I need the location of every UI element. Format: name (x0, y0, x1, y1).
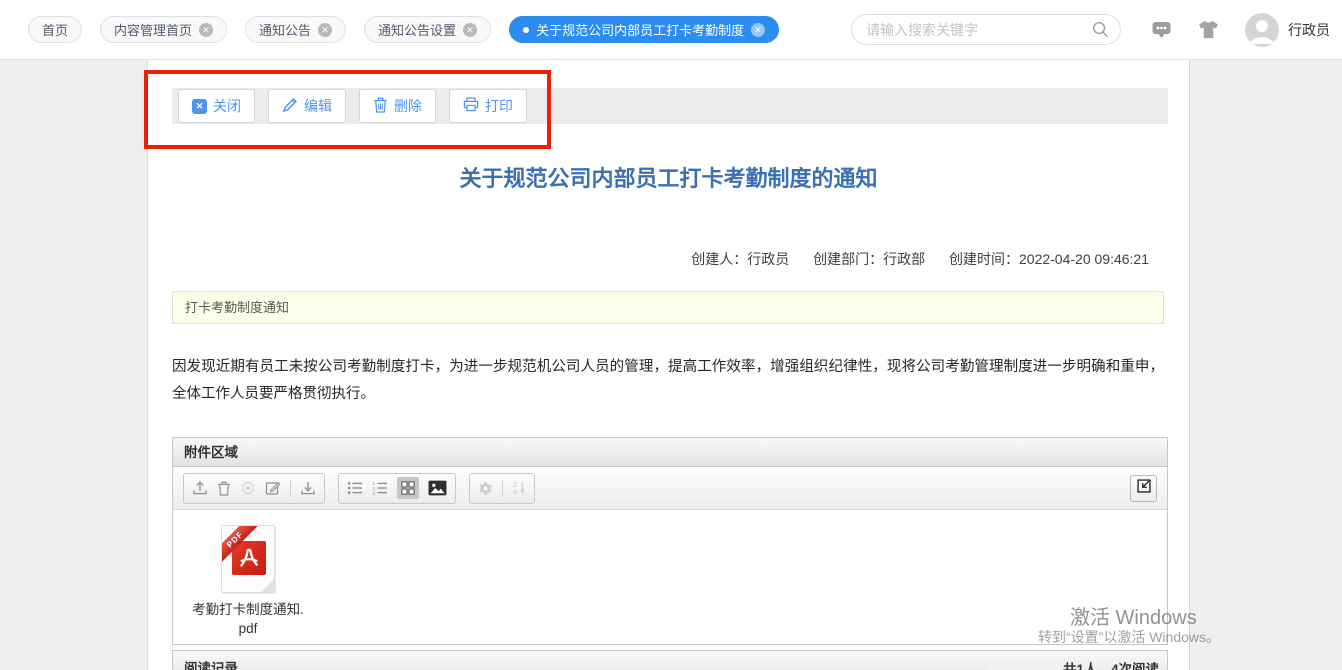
notice-meta: 创建人：行政员 创建部门：行政部 创建时间：2022-04-20 09:46:2… (691, 249, 1149, 269)
global-search (851, 14, 1121, 45)
message-icon[interactable] (1151, 21, 1172, 39)
tab-close-icon[interactable]: ✕ (463, 22, 478, 37)
file-action-group (183, 472, 325, 504)
file-item-pdf[interactable]: PDF 考勤打卡制度通知.pdf (189, 525, 307, 638)
tab-label: 首页 (42, 23, 69, 38)
dept-label: 创建部门： (813, 251, 884, 267)
tab-notice-detail-active[interactable]: 关于规范公司内部员工打卡考勤制度 ✕ (509, 16, 780, 43)
numbered-list-view-icon[interactable]: 123 (372, 481, 388, 495)
action-toolbar: ✕ 关闭 编辑 删除 打印 (172, 88, 1168, 124)
tab-notice-settings[interactable]: 通知公告设置 ✕ (364, 16, 492, 43)
theme-shirt-icon[interactable] (1198, 20, 1219, 39)
grid-view-icon[interactable] (397, 477, 419, 499)
tab-close-icon[interactable]: ✕ (751, 22, 766, 37)
reading-stats: 共1人，4次阅读 (1062, 662, 1159, 670)
svg-text:3: 3 (373, 491, 376, 495)
print-button-label: 打印 (485, 98, 513, 114)
sort-icon: ZA (512, 481, 526, 495)
notice-body: 因发现近期有员工未按公司考勤制度打卡，为进一步规范机公司人员的管理，提高工作效率… (172, 359, 1164, 402)
user-name[interactable]: 行政员 (1288, 20, 1330, 40)
screen: 首页 内容管理首页 ✕ 通知公告 ✕ 通知公告设置 ✕ 关于规范公司内部员工打卡… (0, 0, 1342, 670)
close-button[interactable]: ✕ 关闭 (178, 89, 255, 123)
close-button-label: 关闭 (213, 98, 241, 114)
notice-detail-panel: ✕ 关闭 编辑 删除 打印 关于规范公司内部员工打卡考勤制度的通知 创建人：行政… (147, 60, 1190, 670)
image-view-icon[interactable] (428, 480, 447, 496)
tab-close-icon[interactable]: ✕ (318, 22, 333, 37)
download-icon[interactable] (300, 480, 316, 496)
attachment-file-list: PDF 考勤打卡制度通知.pdf (173, 510, 1167, 644)
pencil-icon (282, 97, 298, 116)
edit-button-label: 编辑 (304, 98, 332, 114)
tab-label: 内容管理首页 (114, 23, 193, 38)
tab-label: 通知公告设置 (378, 23, 457, 38)
delete-button-label: 删除 (394, 98, 422, 114)
active-dot-icon (523, 26, 530, 33)
settings-gear-icon (478, 481, 493, 496)
reading-record-title: 阅读记录 (184, 661, 238, 670)
attachment-section-title: 附件区域 (173, 438, 1167, 467)
collapse-panel-button[interactable] (1130, 475, 1157, 502)
attachment-toolbar: 123 ZA (173, 467, 1167, 510)
tab-label: 关于规范公司内部员工打卡考勤制度 (536, 23, 745, 38)
divider (290, 479, 291, 497)
reading-header-inset (989, 658, 1061, 670)
trash-icon[interactable] (217, 481, 231, 496)
tab-content-manage[interactable]: 内容管理首页 ✕ (100, 16, 228, 43)
search-icon[interactable] (1091, 20, 1109, 43)
top-bar: 首页 内容管理首页 ✕ 通知公告 ✕ 通知公告设置 ✕ 关于规范公司内部员工打卡… (0, 0, 1342, 60)
creator-value: 行政员 (747, 251, 790, 267)
close-square-icon: ✕ (192, 98, 207, 114)
svg-text:A: A (513, 490, 518, 495)
trash-icon (373, 97, 388, 116)
notice-title: 关于规范公司内部员工打卡考勤制度的通知 (459, 166, 878, 191)
bullet-list-view-icon[interactable] (347, 481, 363, 495)
svg-text:Z: Z (513, 483, 517, 489)
tag-tabs: 首页 内容管理首页 ✕ 通知公告 ✕ 通知公告设置 ✕ 关于规范公司内部员工打卡… (28, 16, 780, 43)
tab-notice[interactable]: 通知公告 ✕ (245, 16, 347, 43)
misc-tools-group: ZA (469, 472, 535, 504)
edit-file-icon[interactable] (265, 480, 281, 496)
page-fold (261, 579, 274, 592)
creator-label: 创建人： (691, 251, 748, 267)
time-value: 2022-04-20 09:46:21 (1019, 251, 1149, 267)
tab-home[interactable]: 首页 (28, 16, 83, 43)
upload-icon[interactable] (192, 480, 208, 496)
divider (502, 479, 503, 497)
tab-close-icon[interactable]: ✕ (199, 22, 214, 37)
print-button[interactable]: 打印 (449, 89, 527, 123)
dept-value: 行政部 (883, 251, 926, 267)
reading-record-section: 阅读记录 共1人，4次阅读 (172, 650, 1168, 670)
delete-button[interactable]: 删除 (359, 89, 436, 123)
edit-button[interactable]: 编辑 (268, 89, 346, 123)
notice-summary-box: 打卡考勤制度通知 (172, 291, 1164, 324)
tab-label: 通知公告 (259, 23, 312, 38)
attachment-section: 附件区域 1 2 3 Z A PDF 考勤打卡制度通知.pdf (172, 437, 1168, 645)
time-label: 创建时间： (949, 251, 1019, 267)
collapse-arrow-icon (1135, 477, 1153, 500)
search-input[interactable] (851, 14, 1121, 45)
view-switch-group: 123 (338, 472, 456, 504)
pdf-file-icon: PDF (221, 525, 275, 593)
preview-icon (240, 480, 256, 496)
avatar[interactable] (1245, 12, 1279, 47)
file-name: 考勤打卡制度通知.pdf (192, 602, 304, 636)
printer-icon (463, 97, 479, 115)
